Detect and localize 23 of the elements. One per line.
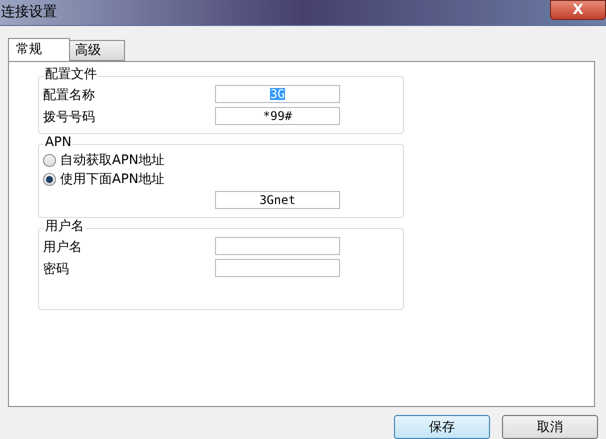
group-title: 配置文件	[44, 68, 98, 81]
input-field[interactable]: 3Gnet	[215, 191, 340, 209]
field-value: *99#	[263, 110, 292, 122]
field-label: 密码	[43, 262, 69, 277]
radio-button[interactable]	[43, 154, 56, 167]
radio-label: 使用下面APN地址	[60, 173, 164, 186]
field-value: 3G	[270, 88, 285, 100]
field-label: 拨号号码	[43, 110, 95, 125]
group-title: 用户名	[44, 220, 85, 233]
dialog-button[interactable]: 保存	[394, 415, 490, 439]
dialog-button[interactable]: 取消	[502, 415, 598, 439]
input-field[interactable]	[215, 259, 340, 277]
field-value: 3Gnet	[259, 194, 296, 206]
radio-button[interactable]	[43, 173, 56, 186]
group-title: APN	[44, 136, 72, 149]
input-field[interactable]: *99#	[215, 107, 340, 125]
field-label: 用户名	[43, 240, 82, 255]
window-title: 连接设置	[0, 3, 57, 22]
field-label: 配置名称	[43, 88, 95, 103]
input-field[interactable]	[215, 237, 340, 255]
tab[interactable]: 常规	[8, 38, 70, 61]
tab[interactable]: 高级	[70, 40, 125, 61]
radio-label: 自动获取APN地址	[60, 154, 164, 167]
